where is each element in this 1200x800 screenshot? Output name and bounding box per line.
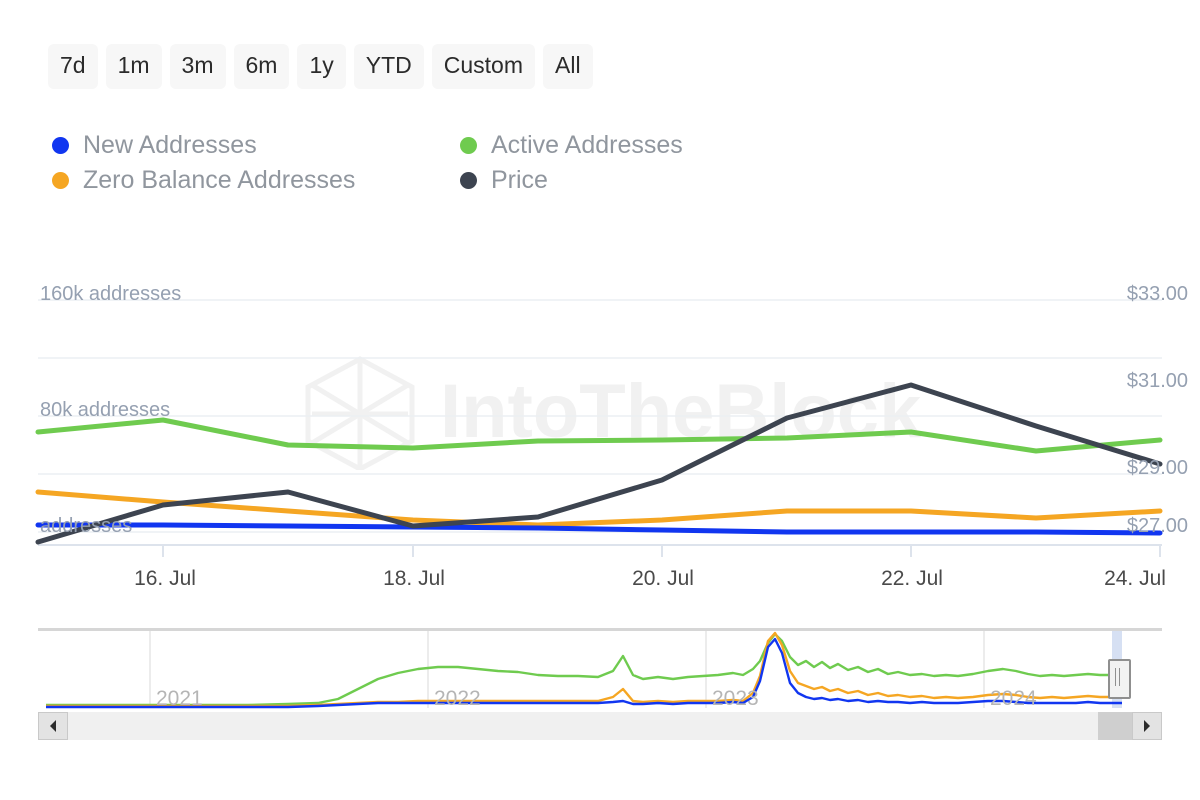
scrollbar-track[interactable] xyxy=(68,712,1132,740)
y-axis-left-label-0: addresses xyxy=(40,516,132,536)
y-axis-right-label-29: $29.00 xyxy=(1127,458,1188,478)
x-axis-label-18-jul: 18. Jul xyxy=(383,568,445,589)
navigator-series-active-addresses xyxy=(46,634,1122,705)
chart-legend: New Addresses Active Addresses Zero Bala… xyxy=(52,128,812,198)
series-line-active-addresses xyxy=(38,420,1160,451)
legend-dot-icon-active-addresses xyxy=(460,137,477,154)
range-button-6m[interactable]: 6m xyxy=(234,44,290,89)
range-button-1y[interactable]: 1y xyxy=(297,44,345,89)
x-axis-label-22-jul: 22. Jul xyxy=(881,568,943,589)
x-axis-label-24-jul: 24. Jul xyxy=(1104,568,1166,589)
y-axis-right-label-27: $27.00 xyxy=(1127,516,1188,536)
y-axis-left-label-160k: 160k addresses xyxy=(40,284,181,304)
scrollbar-thumb[interactable] xyxy=(1098,712,1132,740)
navigator-year-label-2021: 2021 xyxy=(156,688,203,709)
range-button-3m[interactable]: 3m xyxy=(170,44,226,89)
x-axis-label-20-jul: 20. Jul xyxy=(632,568,694,589)
range-button-custom[interactable]: Custom xyxy=(432,44,535,89)
legend-item-zero-balance-addresses[interactable]: Zero Balance Addresses xyxy=(52,168,460,193)
x-axis xyxy=(38,545,1162,557)
legend-dot-icon-price xyxy=(460,172,477,189)
range-button-ytd[interactable]: YTD xyxy=(354,44,424,89)
range-button-7d[interactable]: 7d xyxy=(48,44,98,89)
navigator-scrollbar[interactable] xyxy=(38,712,1162,740)
legend-label-price: Price xyxy=(491,168,548,193)
legend-dot-icon-new-addresses xyxy=(52,137,69,154)
range-button-all[interactable]: All xyxy=(543,44,593,89)
navigator-series-zero-balance-addresses xyxy=(46,633,1122,706)
legend-label-new-addresses: New Addresses xyxy=(83,133,257,158)
legend-item-active-addresses[interactable]: Active Addresses xyxy=(460,133,812,158)
legend-label-zero-balance-addresses: Zero Balance Addresses xyxy=(83,168,355,193)
range-button-1m[interactable]: 1m xyxy=(106,44,162,89)
navigator-year-label-2023: 2023 xyxy=(712,688,759,709)
scrollbar-left-arrow-icon[interactable] xyxy=(38,712,68,740)
legend-label-active-addresses: Active Addresses xyxy=(491,133,683,158)
chart-page: 7d 1m 3m 6m 1y YTD Custom All New Addres… xyxy=(0,0,1200,800)
main-chart[interactable]: 160k addresses 80k addresses addresses $… xyxy=(0,270,1200,600)
y-axis-right-label-31: $31.00 xyxy=(1127,371,1188,391)
chart-navigator[interactable]: 2021 2022 2023 2024 xyxy=(38,628,1162,715)
y-axis-left-label-80k: 80k addresses xyxy=(40,400,170,420)
navigator-handle-right[interactable] xyxy=(1108,659,1131,699)
x-axis-label-16-jul: 16. Jul xyxy=(134,568,196,589)
navigator-year-label-2022: 2022 xyxy=(434,688,481,709)
legend-dot-icon-zero-balance-addresses xyxy=(52,172,69,189)
chart-plot-area xyxy=(0,270,1200,600)
y-axis-right-label-33: $33.00 xyxy=(1127,284,1188,304)
navigator-gridlines xyxy=(150,631,984,708)
series-line-price xyxy=(38,385,1160,542)
legend-item-new-addresses[interactable]: New Addresses xyxy=(52,133,460,158)
legend-item-price[interactable]: Price xyxy=(460,168,812,193)
range-selector: 7d 1m 3m 6m 1y YTD Custom All xyxy=(48,44,593,89)
navigator-year-label-2024: 2024 xyxy=(990,688,1037,709)
scrollbar-right-arrow-icon[interactable] xyxy=(1132,712,1162,740)
